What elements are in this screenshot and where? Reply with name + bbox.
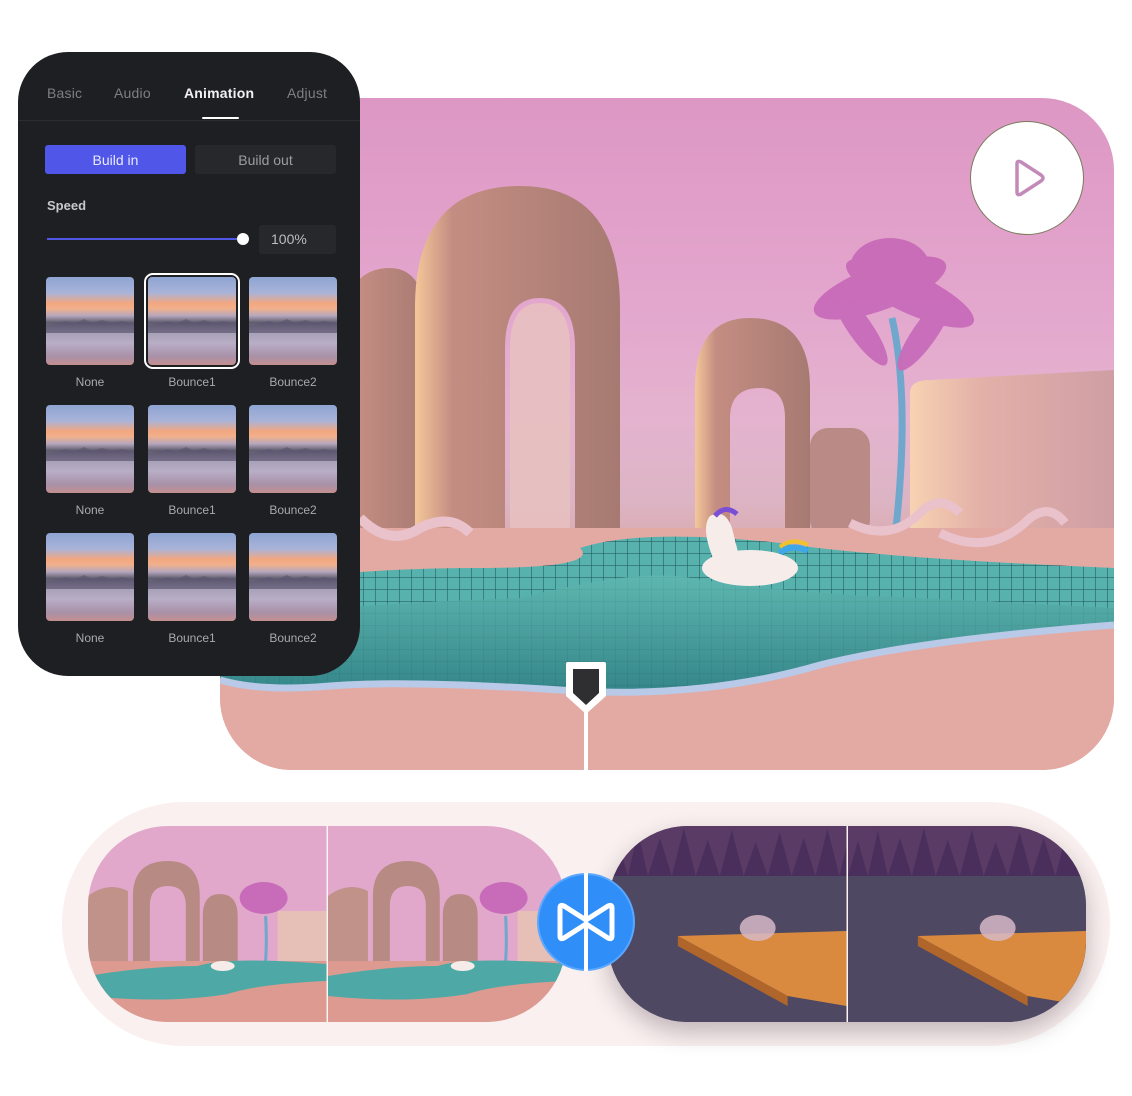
playhead-line-overlay — [584, 873, 588, 971]
tab-audio[interactable]: Audio — [114, 85, 151, 101]
preset-label: None — [75, 375, 105, 389]
animation-preset-bounce1[interactable]: Bounce1 — [148, 533, 236, 645]
preset-thumbnail — [144, 273, 240, 369]
timeline-clip-lake[interactable] — [608, 826, 1086, 1022]
animation-preset-none[interactable]: None — [46, 277, 134, 389]
speed-label: Speed — [47, 198, 87, 213]
foggy-sunset-image — [148, 405, 236, 493]
tab-adjust[interactable]: Adjust — [287, 85, 327, 101]
build-in-button[interactable]: Build in — [45, 145, 186, 174]
clip-frame — [846, 826, 1086, 1022]
preset-label: Bounce2 — [269, 503, 317, 517]
preset-thumbnail — [46, 533, 134, 621]
foggy-sunset-image — [249, 405, 337, 493]
speed-value-input[interactable] — [259, 225, 336, 254]
preset-label: Bounce2 — [269, 375, 317, 389]
pool-scene-thumbnail — [327, 826, 566, 1022]
preset-thumbnail — [249, 277, 337, 365]
tab-bar: Basic Audio Animation Adjust — [18, 52, 360, 121]
clip-frame — [608, 826, 847, 1022]
lake-scene-thumbnail — [608, 826, 847, 1022]
lake-scene-thumbnail — [847, 826, 1086, 1022]
foggy-sunset-image — [148, 277, 236, 365]
play-button[interactable] — [970, 121, 1084, 235]
slider-thumb[interactable] — [237, 233, 249, 245]
preset-label: Bounce2 — [269, 631, 317, 645]
preset-thumbnail — [46, 405, 134, 493]
tab-basic[interactable]: Basic — [47, 85, 82, 101]
foggy-sunset-image — [46, 277, 134, 365]
preset-thumbnail — [46, 277, 134, 365]
clip-frame — [326, 826, 566, 1022]
preset-label: None — [75, 503, 105, 517]
foggy-sunset-image — [249, 277, 337, 365]
animation-preset-bounce2[interactable]: Bounce2 — [249, 277, 337, 389]
preset-label: None — [75, 631, 105, 645]
preset-label: Bounce1 — [168, 631, 216, 645]
pool-scene-thumbnail — [88, 826, 327, 1022]
foggy-sunset-image — [148, 533, 236, 621]
animation-preset-bounce1[interactable]: Bounce1 — [148, 405, 236, 517]
timeline-clip-pool[interactable] — [88, 826, 566, 1022]
animation-preset-bounce2[interactable]: Bounce2 — [249, 405, 337, 517]
foggy-sunset-image — [46, 533, 134, 621]
preset-thumbnail — [148, 533, 236, 621]
tab-animation[interactable]: Animation — [184, 85, 254, 101]
foggy-sunset-image — [249, 533, 337, 621]
foggy-sunset-image — [46, 405, 134, 493]
animation-preset-none[interactable]: None — [46, 405, 134, 517]
preset-thumbnail — [148, 405, 236, 493]
animation-settings-panel: Basic Audio Animation Adjust Build in Bu… — [18, 52, 360, 676]
build-out-button[interactable]: Build out — [195, 145, 336, 174]
play-icon — [1015, 159, 1045, 197]
preset-thumbnail — [249, 405, 337, 493]
animation-preset-none[interactable]: None — [46, 533, 134, 645]
active-tab-indicator — [202, 117, 239, 119]
slider-fill — [47, 238, 243, 240]
animation-preset-bounce1[interactable]: Bounce1 — [144, 273, 240, 389]
playhead-marker-icon[interactable] — [564, 660, 608, 772]
speed-slider[interactable] — [47, 232, 249, 246]
preset-label: Bounce1 — [168, 503, 216, 517]
preset-label: Bounce1 — [168, 375, 216, 389]
animation-preset-bounce2[interactable]: Bounce2 — [249, 533, 337, 645]
preset-thumbnail — [249, 533, 337, 621]
clip-frame — [88, 826, 327, 1022]
